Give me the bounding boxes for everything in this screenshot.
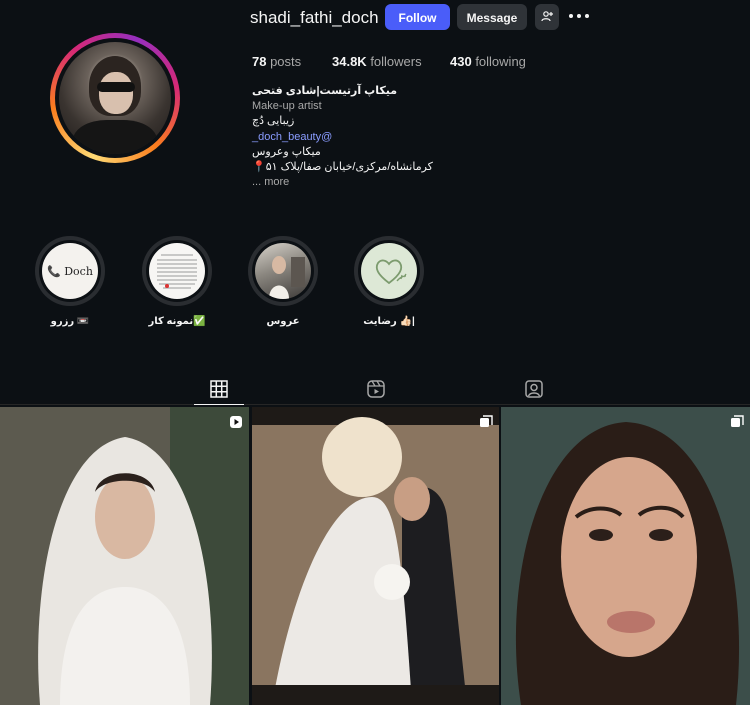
post-thumbnail[interactable] [252,407,499,705]
follow-button[interactable]: Follow [385,4,450,30]
bio-line: میکاپ وعروس [252,145,321,158]
bio-address: 📍کرمانشاه/مرکزی/خیابان صفا/پلاک ۵۱ [252,161,433,174]
profile-stats: 78 posts 34.8K followers 430 following [252,54,526,69]
tab-tagged[interactable] [524,379,544,399]
tagged-person-icon [525,380,543,398]
followers-count[interactable]: 34.8K followers [332,54,450,69]
post-thumbnail[interactable] [0,407,249,705]
highlight-item[interactable]: رضایت 👍🏻| [354,236,424,327]
post-image-bride-veil [0,407,249,705]
tab-posts-grid[interactable] [209,379,229,399]
tab-divider [0,404,750,405]
post-image-makeup-portrait [501,407,750,705]
highlight-label: رضایت 👍🏻| [363,316,415,327]
posts-count: 78 posts [252,54,302,69]
highlight-cover [255,243,311,299]
highlight-item[interactable]: عروس [248,236,318,327]
carousel-badge-icon [480,415,493,427]
message-button[interactable]: Message [457,4,527,30]
bio-more-link[interactable]: ... more [252,175,552,190]
highlight-cover [149,243,205,299]
highlight-label: نمونه کار✅ [148,316,206,327]
profile-bio: میکاپ آرتیست|شادی فتحی Make-up artist زی… [252,84,552,190]
carousel-badge-icon [731,415,744,427]
highlight-item[interactable]: نمونه کار✅ [142,236,212,327]
more-options-icon[interactable] [568,6,590,26]
highlight-label: عروس [266,316,300,327]
reels-icon [367,380,385,398]
bio-category: Make-up artist [252,100,322,113]
post-image-wedding-couple [252,407,499,705]
heart-leaf-icon [361,243,417,299]
highlight-item[interactable]: 📞 Doch رزرو 📼 [35,236,105,327]
bio-line: زیبایی دُچ [252,115,295,128]
profile-username: shadi_fathi_doch [250,8,379,27]
add-person-icon [541,11,553,22]
tab-reels[interactable] [366,379,386,399]
reel-badge-icon [230,416,242,428]
suggested-users-button[interactable] [535,4,559,30]
grid-icon [210,380,228,398]
bio-link[interactable]: _doch_beauty@ [252,130,552,145]
active-tab-indicator [194,404,244,405]
highlight-label: رزرو 📼 [50,316,90,327]
post-thumbnail[interactable] [501,407,750,705]
bio-name: میکاپ آرتیست|شادی فتحی [252,85,398,97]
profile-avatar[interactable] [50,33,180,163]
following-count[interactable]: 430 following [450,54,526,69]
avatar-photo [59,42,171,154]
highlight-cover: 📞 Doch [42,243,98,299]
